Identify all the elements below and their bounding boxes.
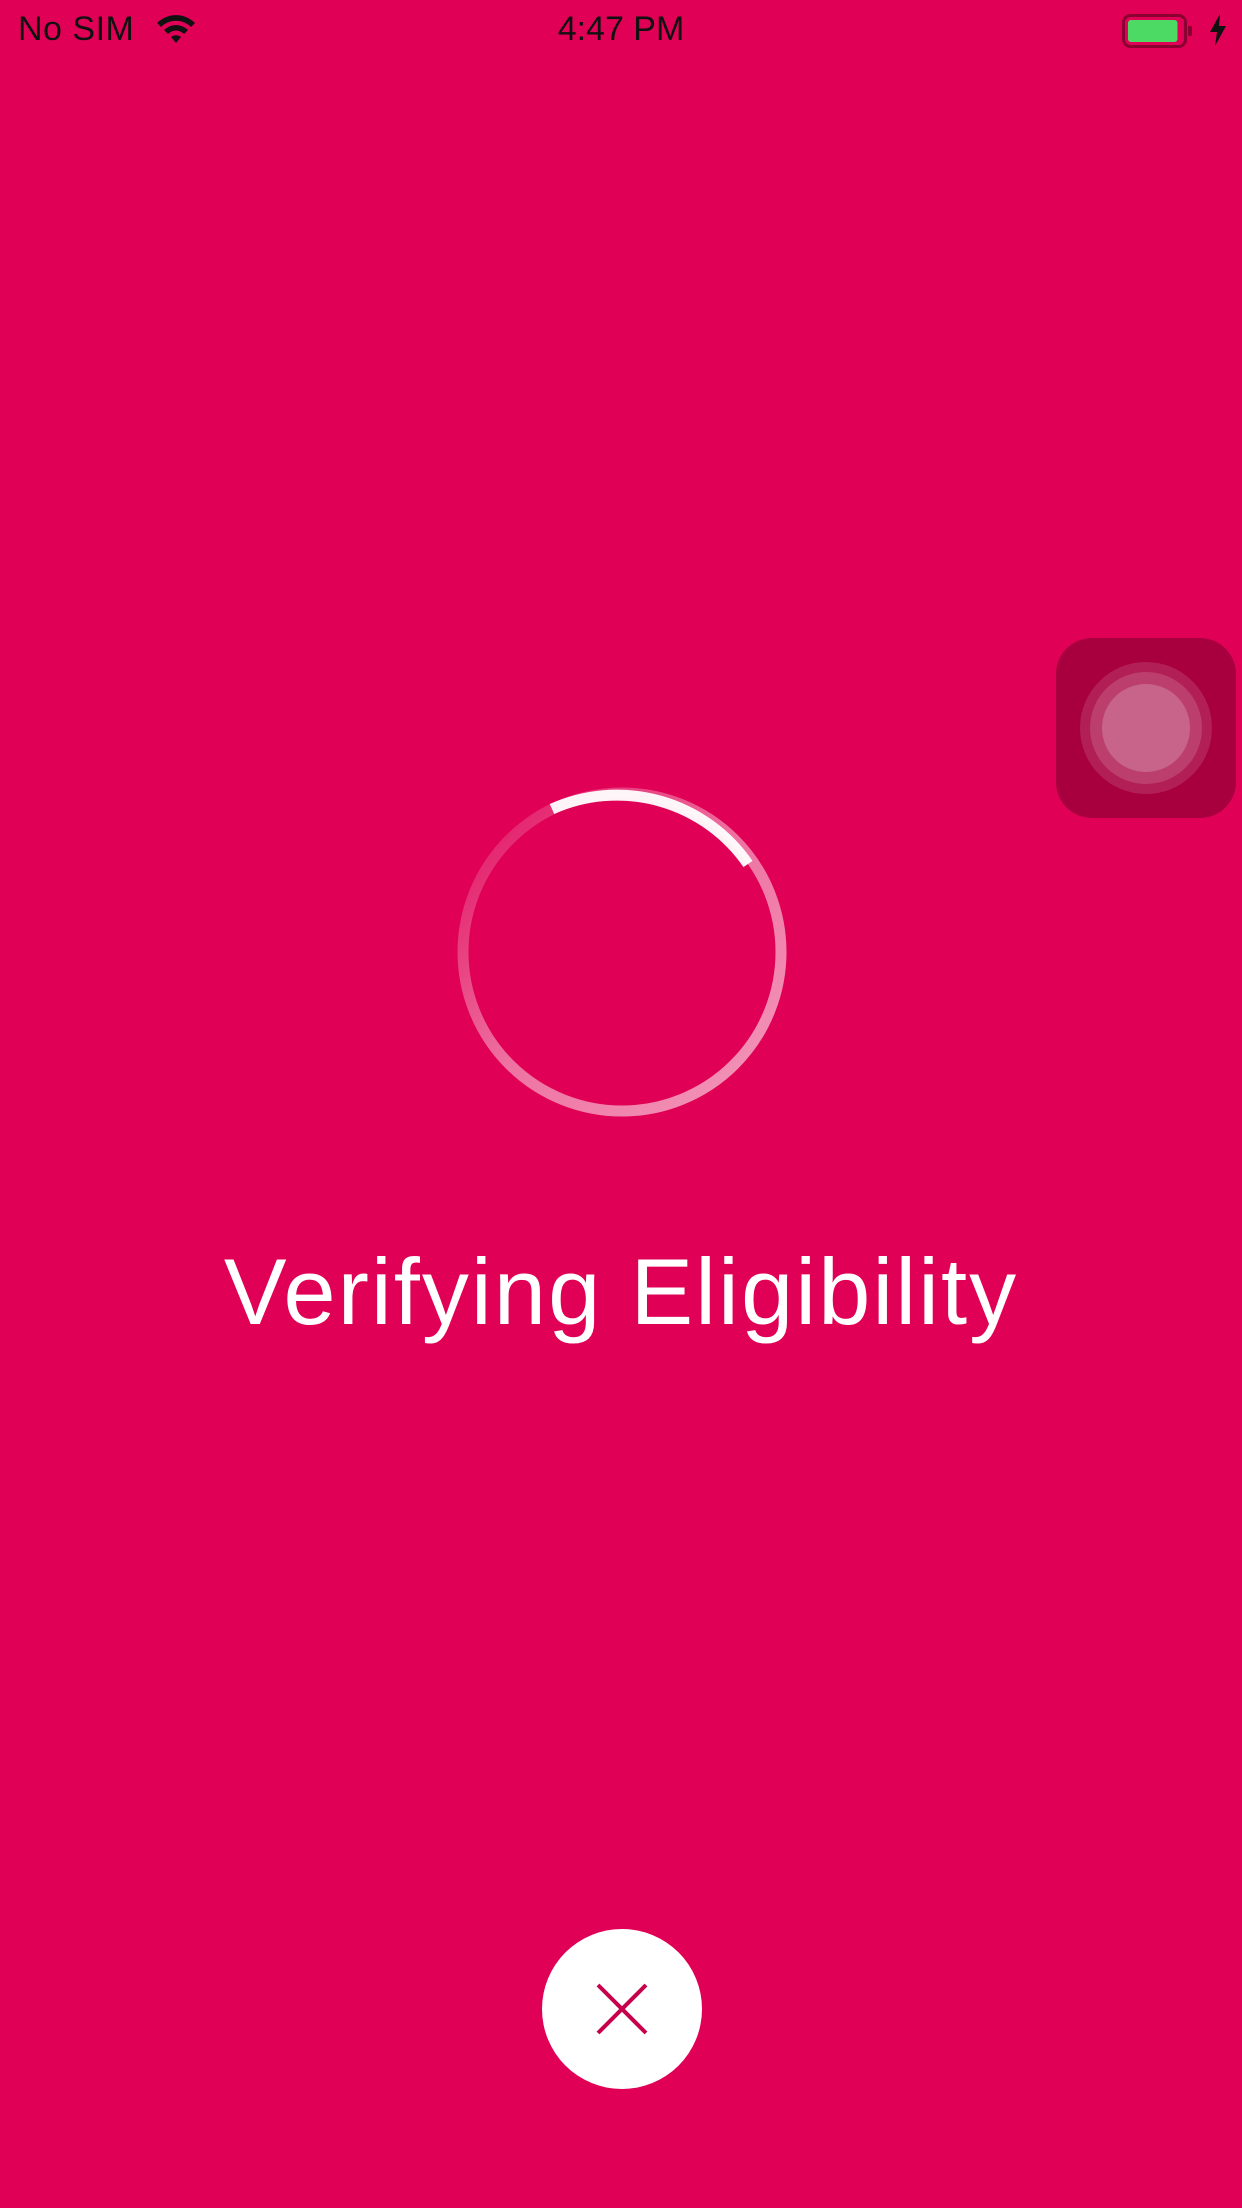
close-icon xyxy=(596,1983,648,2035)
status-time: 4:47 PM xyxy=(557,10,685,48)
charging-bolt-icon xyxy=(1210,14,1226,46)
assistive-touch-button[interactable] xyxy=(1056,638,1236,818)
verifying-eligibility-screen: No SIM 4:47 PM Verifying Eligibility xyxy=(0,0,1242,2208)
close-button[interactable] xyxy=(542,1929,702,2089)
status-bar: No SIM 4:47 PM xyxy=(0,0,1242,60)
battery-icon xyxy=(1122,14,1192,48)
assistive-touch-icon xyxy=(1102,684,1190,772)
loading-message: Verifying Eligibility xyxy=(223,1239,1019,1344)
loading-spinner-icon xyxy=(457,787,787,1117)
